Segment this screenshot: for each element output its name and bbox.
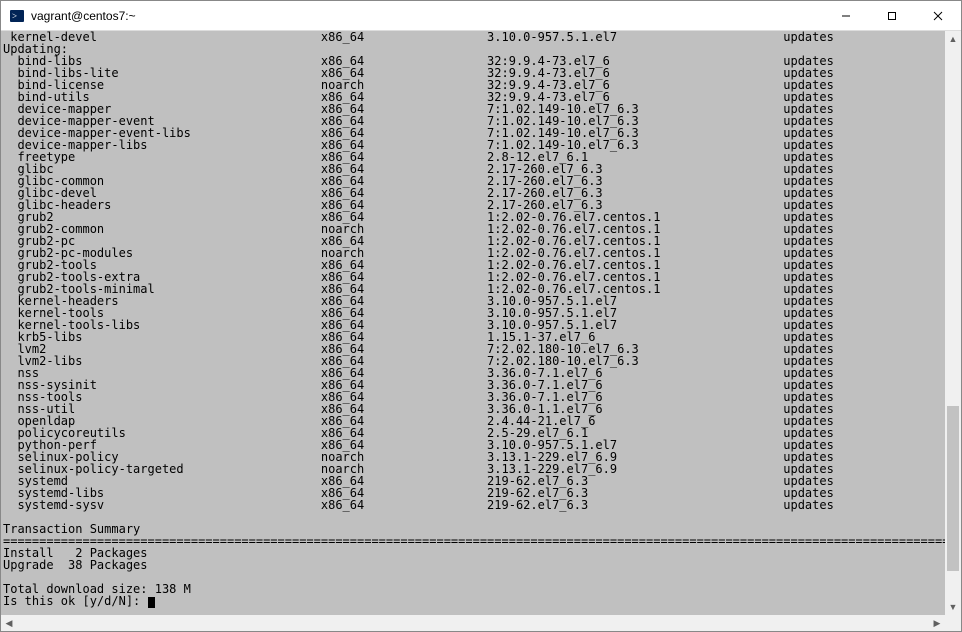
titlebar[interactable]: > vagrant@centos7:~ — [1, 1, 961, 31]
scroll-thumb[interactable] — [947, 406, 959, 572]
maximize-button[interactable] — [869, 1, 915, 30]
window-title: vagrant@centos7:~ — [31, 9, 823, 23]
scroll-track[interactable] — [945, 47, 961, 599]
terminal-output: kernel-devel x86_64 3.10.0-957.5.1.el7 u… — [1, 31, 945, 608]
scroll-left-arrow-icon[interactable]: ◀ — [1, 615, 17, 631]
cursor — [148, 597, 155, 608]
vertical-scrollbar[interactable]: ▲ ▼ — [945, 31, 961, 615]
scroll-down-arrow-icon[interactable]: ▼ — [945, 599, 961, 615]
minimize-button[interactable] — [823, 1, 869, 30]
close-button[interactable] — [915, 1, 961, 30]
terminal-area[interactable]: kernel-devel x86_64 3.10.0-957.5.1.el7 u… — [1, 31, 961, 615]
scroll-up-arrow-icon[interactable]: ▲ — [945, 31, 961, 47]
scroll-right-arrow-icon[interactable]: ▶ — [929, 615, 945, 631]
svg-text:>: > — [12, 11, 17, 21]
app-window: > vagrant@centos7:~ kernel-devel x86_64 … — [0, 0, 962, 632]
powershell-icon: > — [9, 8, 25, 24]
hscroll-track[interactable] — [17, 615, 929, 631]
scroll-corner — [945, 615, 961, 631]
horizontal-scrollbar[interactable]: ◀ ▶ — [1, 615, 961, 631]
